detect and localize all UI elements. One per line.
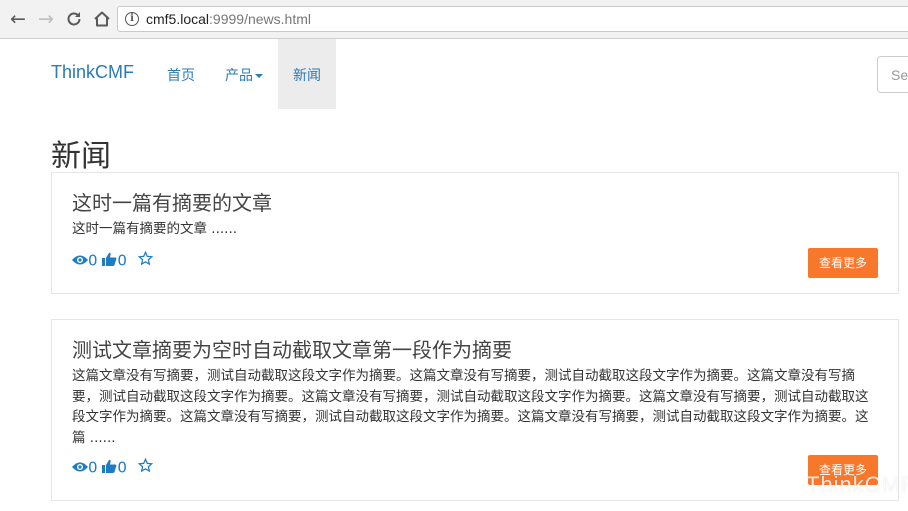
info-icon[interactable]: i	[125, 12, 139, 26]
nav-news[interactable]: 新闻	[293, 65, 321, 85]
article-excerpt: 这时一篇有摘要的文章 ......	[72, 221, 238, 237]
browser-toolbar: ← → i cmf5.local:9999/news.html	[0, 0, 908, 39]
star-icon[interactable]	[137, 250, 153, 270]
reload-icon[interactable]	[63, 8, 85, 30]
thumbs-up-icon[interactable]	[102, 459, 117, 477]
thumbs-up-icon[interactable]	[102, 252, 117, 270]
article-excerpt: 这篇文章没有写摘要，测试自动截取这段文字作为摘要。这篇文章没有写摘要，测试自动截…	[72, 368, 869, 446]
article-stats: 0 0	[72, 250, 153, 270]
address-bar[interactable]: i cmf5.local:9999/news.html	[117, 6, 908, 32]
search-input[interactable]	[877, 56, 908, 93]
likes-count: 0	[117, 458, 127, 477]
likes-count: 0	[117, 251, 127, 270]
article-card: 这时一篇有摘要的文章 这时一篇有摘要的文章 ...... 0 0 查看更多	[51, 172, 899, 294]
home-icon[interactable]	[91, 8, 113, 30]
nav-products-label: 产品	[225, 68, 253, 84]
site-navbar: ThinkCMF 首页 产品 新闻	[0, 39, 908, 109]
views-count: 0	[88, 458, 98, 477]
eye-icon	[72, 459, 88, 477]
nav-products[interactable]: 产品	[225, 65, 263, 85]
read-more-button[interactable]: 查看更多	[808, 455, 878, 485]
caret-down-icon	[255, 74, 263, 78]
back-icon[interactable]: ←	[7, 8, 29, 30]
url-path: :9999/news.html	[209, 11, 311, 27]
star-icon[interactable]	[137, 457, 153, 477]
url-text[interactable]: cmf5.local:9999/news.html	[146, 11, 311, 27]
article-title[interactable]: 测试文章摘要为空时自动截取文章第一段作为摘要	[72, 334, 512, 363]
article-card: 测试文章摘要为空时自动截取文章第一段作为摘要 这篇文章没有写摘要，测试自动截取这…	[51, 319, 899, 501]
url-host: cmf5.local	[146, 11, 210, 27]
views-count: 0	[88, 251, 98, 270]
brand-logo[interactable]: ThinkCMF	[51, 62, 134, 83]
article-stats: 0 0	[72, 457, 153, 477]
read-more-button[interactable]: 查看更多	[808, 248, 878, 278]
nav-news-active[interactable]: 新闻	[278, 39, 336, 109]
article-title[interactable]: 这时一篇有摘要的文章	[72, 187, 272, 216]
eye-icon	[72, 252, 88, 270]
forward-icon[interactable]: →	[35, 8, 57, 30]
nav-home[interactable]: 首页	[167, 65, 195, 85]
page-title: 新闻	[51, 139, 111, 174]
